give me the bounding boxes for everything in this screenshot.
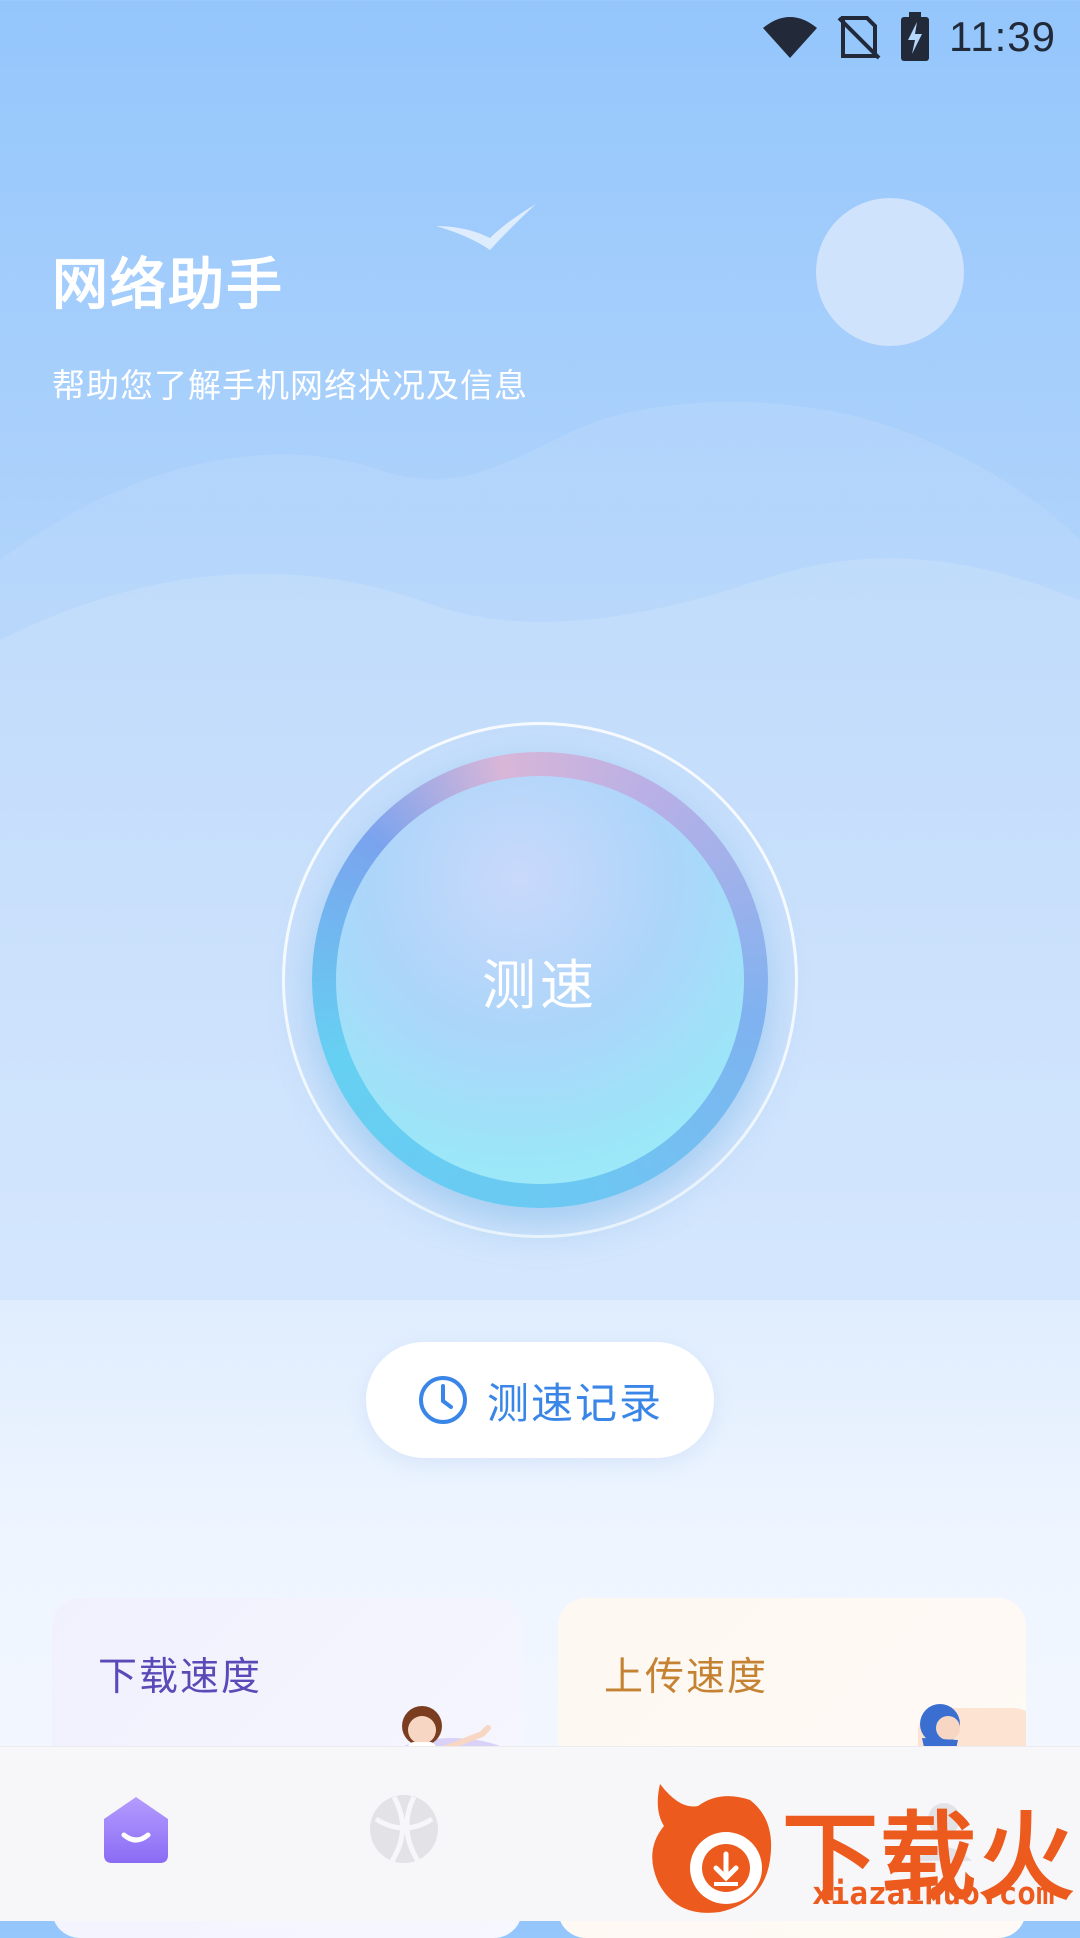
upload-speed-title: 上传速度: [604, 1655, 769, 1700]
globe-icon: [370, 1795, 438, 1863]
app-subtitle: 帮助您了解手机网络状况及信息: [52, 366, 528, 405]
tab-network[interactable]: [364, 1789, 444, 1869]
wifi-icon: [763, 17, 817, 58]
download-speed-title: 下载速度: [98, 1655, 263, 1700]
clock: 11:39: [949, 13, 1056, 60]
speed-history-button[interactable]: 测速记录: [366, 1342, 714, 1458]
speed-history-label: 测速记录: [486, 1378, 663, 1428]
header: 网络助手 帮助您了解手机网络状况及信息: [52, 240, 528, 407]
speed-test-button[interactable]: 测速: [312, 752, 768, 1208]
clock-icon: [418, 1376, 467, 1424]
app-title: 网络助手: [52, 253, 284, 318]
no-sim-icon: [837, 16, 881, 60]
tab-home[interactable]: [96, 1789, 176, 1869]
home-icon: [104, 1797, 168, 1863]
watermark-site: xiazaihuo.com: [812, 1876, 1055, 1912]
battery-charging-icon: [901, 12, 929, 61]
speed-test-label: 测速: [482, 953, 598, 1017]
speed-test-inner-circle: 测速: [336, 776, 744, 1184]
status-icons: 11:39: [761, 12, 1056, 62]
watermark: 下载火 xiazaihuo.com: [640, 1780, 1080, 1920]
status-bar: 11:39: [0, 0, 1080, 72]
flame-logo-icon: [652, 1784, 772, 1913]
